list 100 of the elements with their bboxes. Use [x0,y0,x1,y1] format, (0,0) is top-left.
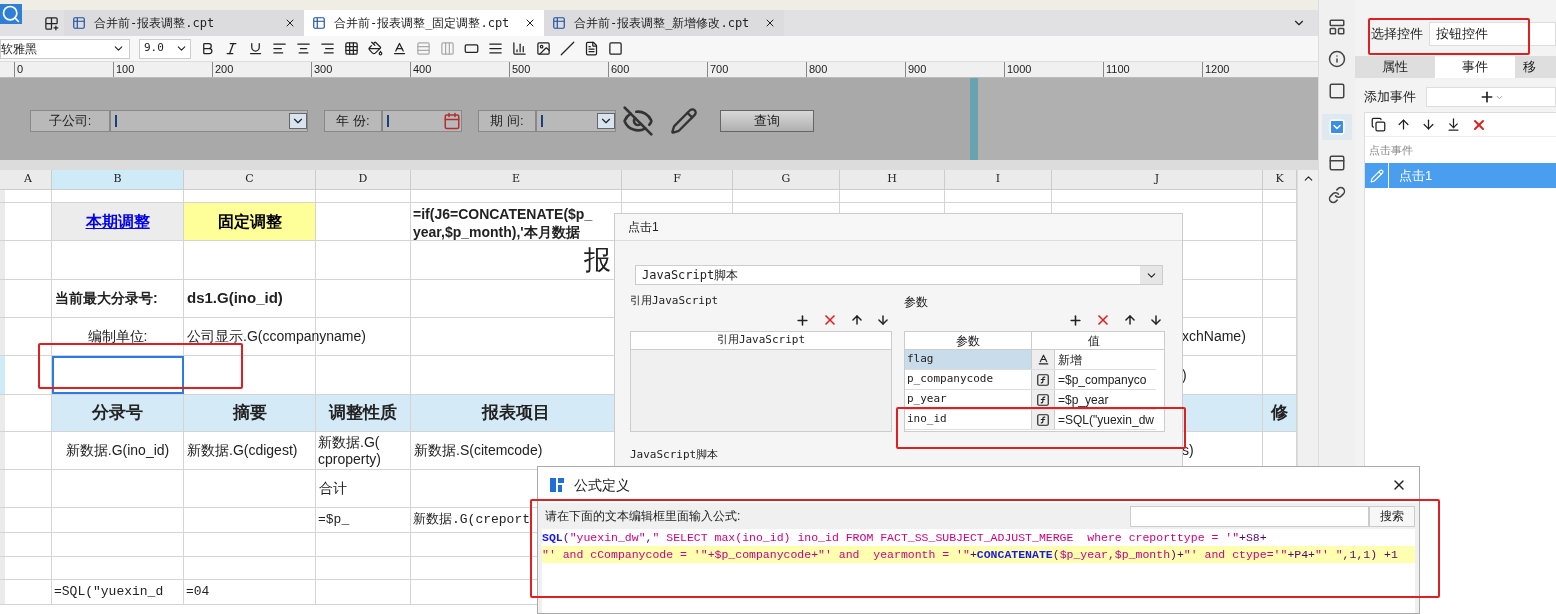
ruler-label: 900 [907,62,927,76]
ruler-label: 700 [709,62,729,76]
add-icon[interactable] [795,312,810,328]
parameter-value[interactable]: =SQL("yuexin_dw [1054,410,1156,429]
formula-icon[interactable] [1036,392,1050,407]
cell-info-icon[interactable] [1328,50,1346,68]
font-color-icon[interactable] [392,41,407,56]
line-icon[interactable] [560,41,575,56]
close-icon[interactable] [524,17,536,29]
tab-label: 合并前-报表调整_固定调整.cpt [334,15,510,32]
column-header[interactable]: H [840,170,945,189]
section-label: 参数 [904,294,929,309]
font-select[interactable]: 软雅黑 [0,38,130,59]
table-cell-text: 编制单位: [87,327,148,346]
table-cell-text: 新数据.G(creport [413,511,530,530]
calendar-icon[interactable] [443,112,461,130]
column-header[interactable]: B [52,170,184,189]
column-header[interactable]: E [411,170,622,189]
table-cell-text: ds1.G(ino_id) [187,288,283,309]
image-icon[interactable] [536,41,551,56]
up-arrow-icon[interactable] [1123,313,1137,327]
close-icon[interactable] [284,17,296,29]
close-icon[interactable] [764,17,776,29]
column-header[interactable]: D [316,170,411,189]
table-cell: 新数据.G( cproperty) [318,433,382,468]
column-header[interactable]: J [1052,170,1263,189]
ruler-label: 100 [115,62,135,76]
down-arrow-icon[interactable] [1421,117,1436,132]
column-header: 引用JavaScript [631,332,891,350]
file-tab[interactable]: 合并前-报表调整_固定调整.cpt [304,10,544,36]
ruler-label: 0 [16,62,24,76]
align-center-icon[interactable] [296,41,311,56]
underline-icon[interactable] [248,41,263,56]
file-tab[interactable]: 合并前-报表调整_新增修改.cpt [544,10,784,36]
selected-cell[interactable] [52,356,184,394]
parameter-name[interactable]: flag [905,350,1032,369]
table-cell-text: 摘要 [232,402,267,425]
panel-tab[interactable]: 移 [1515,56,1556,78]
widget-icon[interactable] [1328,118,1346,136]
add-event-label: 添加事件 [1364,88,1416,107]
copy-icon[interactable] [1371,117,1386,132]
align-right-icon[interactable] [320,41,335,56]
chart-icon[interactable] [512,41,527,56]
table-cell-text: 新数据.G(ino_id) [65,441,170,460]
parameter-field[interactable] [536,110,616,132]
file-tab[interactable]: 合并前-报表调整.cpt [64,10,304,36]
frame-icon[interactable] [1328,82,1346,100]
parameter-field[interactable] [110,110,308,132]
ruler-label: 200 [214,62,234,76]
formula-icon[interactable] [1036,372,1050,387]
frame-icon[interactable] [608,41,623,56]
parameter-value[interactable]: =$p_year [1054,390,1156,409]
new-sheet-icon[interactable] [44,15,59,31]
form-icon[interactable] [1328,154,1346,172]
control-select[interactable]: 按钮控件 [1429,22,1556,46]
italic-icon[interactable] [224,41,239,56]
edit-icon[interactable] [1369,168,1384,183]
text-type-icon[interactable] [1036,353,1050,366]
add-icon[interactable] [1068,312,1083,328]
text-icon[interactable] [488,41,503,56]
parameter-value[interactable]: 新增 [1054,350,1156,369]
pencil-icon[interactable] [670,107,698,135]
bold-icon[interactable] [200,41,215,56]
border-icon[interactable] [344,41,359,56]
column-header[interactable]: F [622,170,733,189]
textbox-icon[interactable] [464,41,479,56]
document-icon[interactable] [584,41,599,56]
search-icon[interactable] [0,4,22,24]
table-cell-text: xchName) [1182,327,1246,346]
dropdown-icon[interactable] [289,113,307,129]
column-header[interactable]: C [184,170,316,189]
fill-icon[interactable] [368,41,383,56]
parameter-value[interactable]: =$p_companyco [1054,370,1156,389]
panel-tab[interactable]: 属性 [1355,56,1435,78]
layout-icon[interactable] [1328,18,1346,36]
type-select[interactable]: JavaScript脚本 [635,265,1163,285]
delete-icon[interactable] [822,312,838,328]
move-bottom-icon[interactable] [1446,117,1461,132]
down-arrow-icon[interactable] [1149,313,1163,327]
search-field[interactable] [1130,505,1369,527]
app-logo-icon [548,476,566,494]
query-button[interactable]: 查询 [720,110,814,132]
delete-icon[interactable] [1095,312,1111,328]
dropdown-icon[interactable] [597,113,615,129]
align-left-icon[interactable] [272,41,287,56]
parameter-field[interactable] [382,110,462,132]
table-cell-text: =SQL("yuexin_d [54,583,164,602]
section-label: JavaScript脚本 [630,447,720,463]
formula-icon[interactable] [1036,412,1050,427]
eye-off-icon[interactable] [622,105,654,137]
search-button[interactable]: 搜索 [1369,505,1415,527]
tab-label: 合并前-报表调整_新增修改.cpt [574,15,750,32]
column-header[interactable]: G [733,170,840,189]
table-cell-text: 合计 [319,479,347,498]
table-cell-text: 新数据.S(citemcode) [414,441,543,460]
table-cell-text: 报 [584,243,611,277]
size-select[interactable]: 9.0 [139,38,191,59]
column-header[interactable]: I [945,170,1052,189]
panel-tab[interactable]: 事件 [1435,56,1515,78]
link-icon[interactable] [1328,186,1346,204]
